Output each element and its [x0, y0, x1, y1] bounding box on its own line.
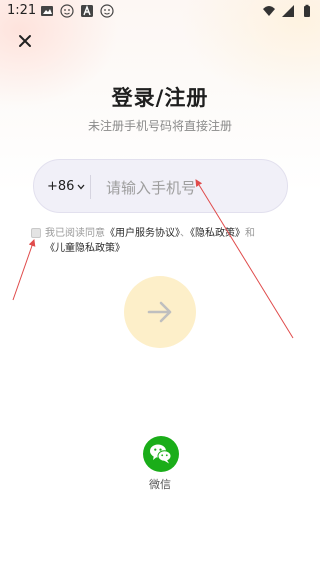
country-code-label: +86 — [47, 179, 75, 194]
chevron-down-icon — [77, 184, 85, 189]
phone-input[interactable] — [104, 173, 278, 203]
avatar-notification-icon-2 — [100, 4, 114, 18]
wechat-login-button[interactable] — [143, 436, 179, 472]
agreement-line-1: 我已阅读同意《用户服务协议》、《隐私政策》和 — [45, 226, 255, 241]
close-icon — [19, 35, 31, 47]
country-code-selector[interactable]: +86 — [47, 179, 85, 194]
wechat-icon — [150, 444, 172, 464]
wechat-label: 微信 — [149, 478, 171, 491]
divider — [90, 175, 91, 199]
next-button[interactable] — [124, 276, 196, 348]
text-notification-icon — [81, 5, 93, 17]
close-button[interactable] — [14, 30, 36, 52]
arrow-right-icon — [147, 301, 172, 323]
agreement-conjunction: 和 — [245, 228, 255, 239]
privacy-policy-link[interactable]: 《隐私政策》 — [190, 228, 245, 239]
notification-icons — [40, 4, 114, 18]
page-subtitle: 未注册手机号码将直接注册 — [87, 119, 232, 133]
children-privacy-link[interactable]: 《儿童隐私政策》 — [45, 243, 125, 254]
agreement-separator: 、 — [180, 228, 190, 239]
agreement-checkbox[interactable] — [31, 228, 41, 238]
user-agreement-link[interactable]: 《用户服务协议》 — [105, 228, 180, 239]
agreement-prefix: 我已阅读同意 — [45, 228, 105, 239]
status-bar: 1:21 — [0, 0, 320, 24]
system-icons — [262, 4, 314, 18]
signal-icon — [282, 5, 294, 17]
annotation-arrow-checkbox — [12, 239, 36, 301]
avatar-notification-icon — [60, 4, 74, 18]
wifi-icon — [263, 6, 275, 16]
agreement-line-2: 《儿童隐私政策》 — [45, 241, 125, 256]
page-title: 登录/注册 — [111, 86, 209, 110]
phone-input-container: +86 — [33, 159, 288, 213]
battery-icon — [304, 4, 310, 17]
image-notification-icon — [41, 6, 53, 16]
status-time: 1:21 — [7, 3, 37, 18]
